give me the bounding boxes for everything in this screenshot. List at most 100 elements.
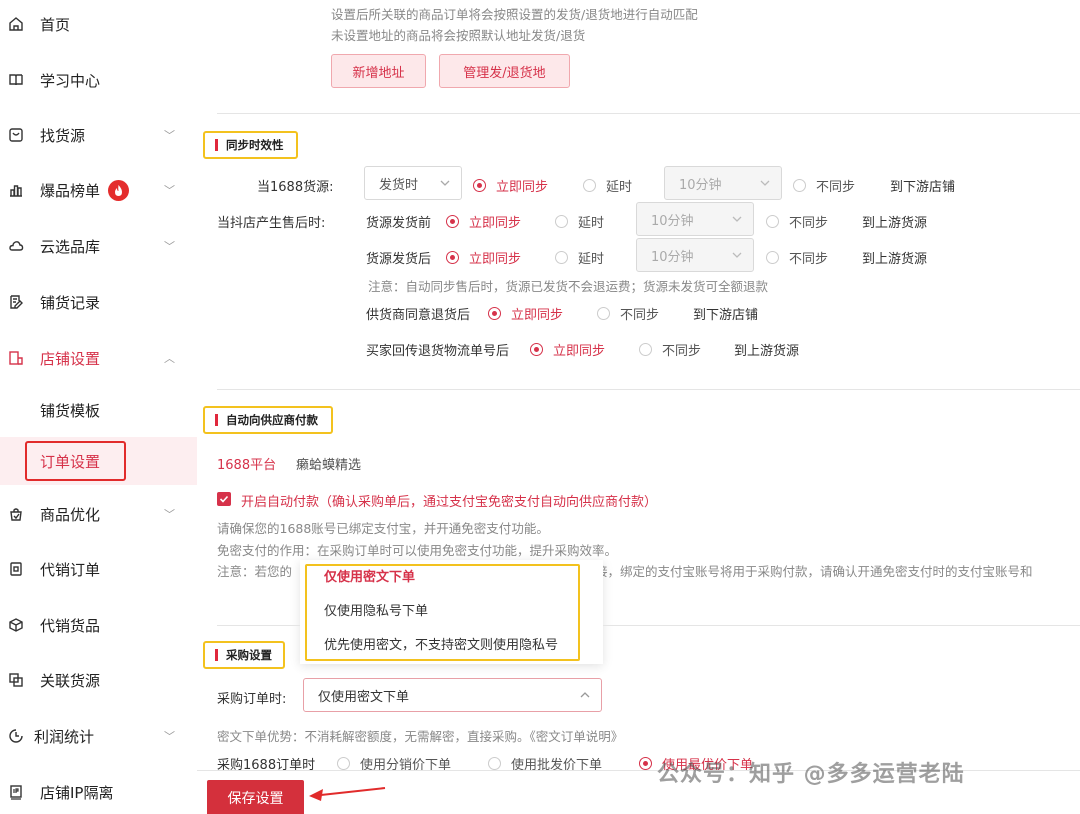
chevron-down-icon: ﹀ (164, 240, 175, 253)
box-icon (7, 616, 25, 634)
chevron-up-icon (580, 692, 590, 698)
sidebar-item-store-settings[interactable]: 店铺设置 ︿ (0, 338, 197, 378)
radio-dot (766, 215, 779, 228)
radio-row1-delay[interactable]: 延时 (583, 176, 632, 195)
after-delay-select[interactable]: 10分钟 (636, 238, 754, 272)
search-box-icon (7, 126, 25, 144)
radio-label: 立即同步 (496, 180, 549, 195)
manage-address-button[interactable]: 管理发/退货地 (439, 54, 570, 88)
radio-label: 不同步 (789, 252, 829, 267)
sidebar-item-linked-source[interactable]: 关联货源 (0, 660, 197, 700)
radio-row1-immediate[interactable]: 立即同步 (473, 176, 548, 195)
sync-row1-label: 当1688货源: (257, 180, 334, 195)
section-title: 同步时效性 (226, 138, 284, 152)
optimize-icon (7, 505, 25, 523)
radio-buyer-no-sync[interactable]: 不同步 (639, 340, 701, 359)
autopay-checkbox[interactable] (217, 492, 231, 506)
dropdown-option-prefer-ciphertext[interactable]: 优先使用密文，不支持密文则使用隐私号 (324, 634, 558, 653)
select-value: 发货时 (379, 177, 419, 193)
tab-1688[interactable]: 1688平台 (217, 454, 276, 473)
buyer-target: 到上游货源 (734, 344, 800, 359)
divider (603, 625, 1080, 626)
radio-row1-no-sync[interactable]: 不同步 (793, 176, 855, 195)
sidebar-item-label: 云选品库 (40, 237, 101, 256)
radio-before-immediate[interactable]: 立即同步 (446, 212, 521, 231)
sidebar-item-label: 学习中心 (40, 71, 101, 90)
after-ship-label: 货源发货后 (366, 252, 432, 267)
radio-dot (793, 179, 806, 192)
autopay-checkbox-label: 开启自动付款（确认采购单后，通过支付宝免密支付自动向供应商付款） (241, 495, 658, 510)
radio-buyer-immediate[interactable]: 立即同步 (530, 340, 605, 359)
save-settings-button[interactable]: 保存设置 (207, 780, 304, 814)
cloud-icon (7, 237, 25, 255)
radio-after-no-sync[interactable]: 不同步 (766, 248, 828, 267)
sidebar-item-profit-stats[interactable]: 利润统计 ﹀ (0, 716, 197, 756)
sidebar-item-label: 首页 (40, 15, 71, 34)
sidebar-item-ip-isolation[interactable]: 店铺IP隔离 (0, 772, 197, 812)
sidebar-item-hot-list[interactable]: 爆品榜单 ﹀ (0, 170, 197, 210)
sidebar: 首页 学习中心 找货源 ﹀ 爆品榜单 ﹀ 云选品库 ﹀ 铺货记录 店铺设置 ︿ … (0, 0, 197, 814)
chevron-up-icon: ︿ (164, 352, 175, 365)
autopay-line-3-start: 注意：若您的 (217, 564, 293, 579)
chevron-down-icon (732, 216, 742, 222)
radio-dot (766, 251, 779, 264)
radio-label: 不同步 (620, 308, 660, 323)
sync-timing-select[interactable]: 发货时 (364, 166, 462, 200)
radio-supplier-no-sync[interactable]: 不同步 (597, 304, 659, 323)
select-value: 10分钟 (679, 177, 722, 193)
select-value: 10分钟 (651, 249, 694, 265)
sidebar-item-find-source[interactable]: 找货源 ﹀ (0, 115, 197, 155)
row1-delay-select[interactable]: 10分钟 (664, 166, 782, 200)
add-address-button[interactable]: 新增地址 (331, 54, 426, 88)
radio-after-immediate[interactable]: 立即同步 (446, 248, 521, 267)
arrow-pointer-icon (309, 787, 386, 801)
dropdown-option-ciphertext[interactable]: 仅使用密文下单 (324, 566, 415, 585)
radio-dot (446, 251, 459, 264)
sidebar-item-learning[interactable]: 学习中心 (0, 60, 197, 100)
purchase-order-select[interactable]: 仅使用密文下单 (303, 678, 602, 712)
sidebar-item-listing-records[interactable]: 铺货记录 (0, 282, 197, 322)
divider (217, 625, 300, 626)
section-title: 采购设置 (226, 648, 272, 662)
radio-supplier-immediate[interactable]: 立即同步 (488, 304, 563, 323)
highlight-box (25, 441, 126, 481)
radio-dot (488, 757, 501, 770)
sidebar-item-consign-orders[interactable]: 代销订单 (0, 549, 197, 589)
radio-label: 立即同步 (511, 308, 564, 323)
radio-label: 立即同步 (469, 252, 522, 267)
radio-label: 延时 (578, 252, 605, 267)
sidebar-item-label: 代销订单 (40, 560, 101, 579)
before-delay-select[interactable]: 10分钟 (636, 202, 754, 236)
radio-dot (555, 251, 568, 264)
radio-before-delay[interactable]: 延时 (555, 212, 604, 231)
check-icon (219, 495, 229, 503)
sidebar-item-label: 关联货源 (40, 671, 101, 690)
tab-other-platform[interactable]: 癞蛤蟆精选 (296, 454, 361, 473)
autopay-line-1: 请确保您的1688账号已绑定支付宝，并开通免密支付功能。 (217, 521, 549, 536)
sidebar-subitem-listing-template[interactable]: 铺货模板 (0, 386, 197, 434)
sidebar-item-consign-goods[interactable]: 代销货品 (0, 605, 197, 645)
buyer-return-label: 买家回传退货物流单号后 (366, 344, 510, 359)
sync-row2-label: 当抖店产生售后时: (217, 216, 326, 231)
address-note-2: 未设置地址的商品将会按照默认地址发货/退货 (331, 28, 586, 43)
address-note-1: 设置后所关联的商品订单将会按照设置的发货/退货地进行自动匹配 (331, 7, 698, 22)
sidebar-item-label: 店铺IP隔离 (40, 783, 114, 802)
sidebar-item-cloud-library[interactable]: 云选品库 ﹀ (0, 226, 197, 266)
select-value: 10分钟 (651, 213, 694, 229)
row1-target: 到下游店铺 (890, 180, 956, 195)
radio-after-delay[interactable]: 延时 (555, 248, 604, 267)
section-title: 自动向供应商付款 (226, 413, 318, 427)
chevron-down-icon: ﹀ (164, 184, 175, 197)
sidebar-item-home[interactable]: 首页 (0, 4, 197, 44)
dropdown-option-private-number[interactable]: 仅使用隐私号下单 (324, 600, 428, 619)
radio-before-no-sync[interactable]: 不同步 (766, 212, 828, 231)
radio-label: 延时 (606, 180, 633, 195)
autopay-line-2: 免密支付的作用：在采购订单时可以使用免密支付功能，提升采购效率。 (217, 543, 618, 558)
sidebar-item-product-optimize[interactable]: 商品优化 ﹀ (0, 494, 197, 534)
autopay-line-3-end: 接，绑定的支付宝账号将用于采购付款，请确认开通免密支付时的支付宝账号和 (595, 564, 1033, 579)
radio-dot (555, 215, 568, 228)
chevron-down-icon (440, 180, 450, 186)
tag-bar (215, 414, 218, 426)
chart-icon (7, 181, 25, 199)
sidebar-item-label: 找货源 (40, 126, 86, 145)
